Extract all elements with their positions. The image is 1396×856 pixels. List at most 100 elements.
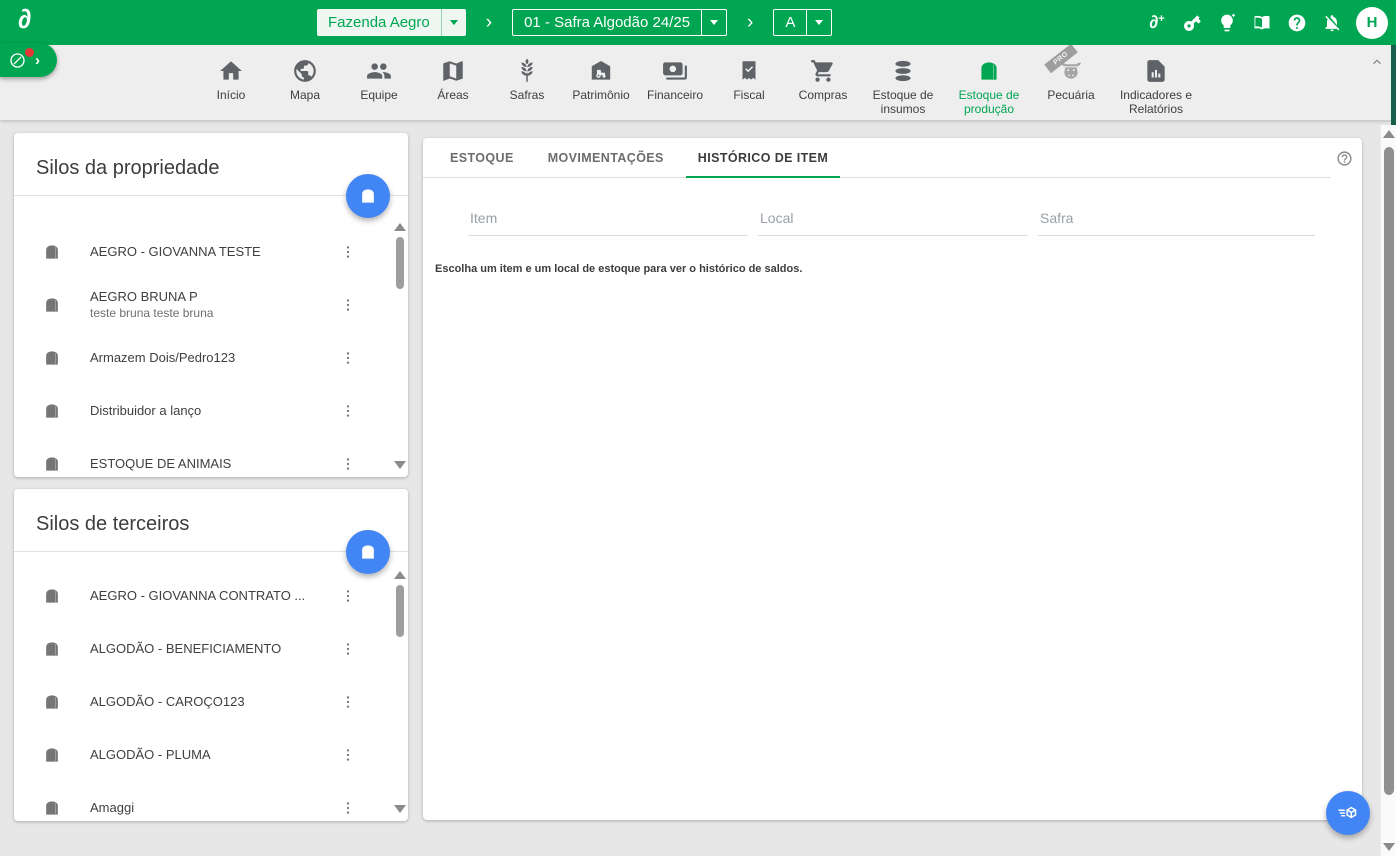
safra-filter-input[interactable] (1038, 206, 1315, 236)
scroll-down-icon[interactable] (1383, 843, 1395, 851)
chevron-down-icon[interactable] (441, 9, 466, 36)
silo-list-item[interactable]: AEGRO - GIOVANNA TESTE (14, 225, 408, 278)
quick-movement-button[interactable] (1326, 791, 1370, 835)
silo-name: ESTOQUE DE ANIMAIS (90, 456, 340, 471)
item-menu-kebab-icon[interactable] (340, 455, 356, 473)
silo-list-item[interactable]: ESTOQUE DE ANIMAIS (14, 437, 408, 477)
nav-item-label: Financeiro (647, 89, 703, 103)
nav-items: Início Mapa Equipe ÁreasSafrasPatrimônio Fin… (194, 45, 1202, 120)
scroll-up-icon[interactable] (394, 223, 406, 231)
farm-selector[interactable]: Fazenda Aegro (317, 9, 466, 36)
add-silo-button[interactable] (346, 174, 390, 218)
app-screen: ∂ Fazenda Aegro › 01 - Safra Algodão 24/… (0, 0, 1396, 856)
cash-icon (662, 57, 689, 84)
nav-item-estoque-de-producao[interactable]: Estoque de produção (946, 57, 1032, 116)
silo-icon (358, 186, 378, 206)
scroll-up-icon[interactable] (394, 571, 406, 579)
help-icon[interactable] (1336, 150, 1353, 167)
silo-list-item[interactable]: ALGODÃO - PLUMA (14, 728, 408, 781)
silo-list-item[interactable]: AEGRO - GIOVANNA CONTRATO ... (14, 569, 408, 622)
nav-item-equipe[interactable]: Equipe (342, 57, 416, 103)
silo-icon (42, 586, 62, 606)
scroll-thumb[interactable] (396, 585, 404, 637)
user-avatar[interactable]: H (1356, 7, 1388, 39)
silo-item-texts: ESTOQUE DE ANIMAIS (90, 456, 340, 471)
nav-item-estoque-de-insumos[interactable]: Estoque de insumos (860, 57, 946, 116)
silo-list: AEGRO - GIOVANNA CONTRATO ... ALGODÃO - B… (14, 553, 408, 821)
scroll-down-icon[interactable] (394, 805, 406, 813)
silo-icon (42, 454, 62, 474)
aegro-add-icon[interactable]: ∂+ (1146, 12, 1168, 34)
item-menu-kebab-icon[interactable] (340, 799, 356, 817)
item-menu-kebab-icon[interactable] (340, 402, 356, 420)
notifications-off-icon[interactable] (1321, 12, 1343, 34)
silo-list-item[interactable]: ALGODÃO - BENEFICIAMENTO (14, 622, 408, 675)
tab-estoque[interactable]: ESTOQUE (438, 138, 526, 178)
unit-selector-value: A (774, 10, 806, 35)
item-menu-kebab-icon[interactable] (340, 640, 356, 658)
list-scrollbar[interactable] (394, 223, 406, 469)
collapse-nav-chevron-up-icon[interactable] (1370, 55, 1384, 74)
people-icon (366, 57, 393, 84)
nav-item-inicio[interactable]: Início (194, 57, 268, 103)
nav-item-financeiro[interactable]: Financeiro (638, 57, 712, 103)
breadcrumb-separator: › (486, 9, 492, 36)
silo-icon (42, 692, 62, 712)
item-filter-input[interactable] (468, 206, 748, 236)
silo-name: ALGODÃO - PLUMA (90, 747, 340, 762)
season-selector[interactable]: 01 - Safra Algodão 24/25 (512, 9, 727, 36)
help-filled-icon[interactable] (1286, 12, 1308, 34)
silo-name: Distribuidor a lanço (90, 403, 340, 418)
item-menu-kebab-icon[interactable] (340, 693, 356, 711)
key-icon[interactable] (1181, 12, 1203, 34)
nav-item-label: Estoque de insumos (860, 89, 946, 116)
nav-item-indicadores-e-relatorios[interactable]: Indicadores e Relatórios (1110, 57, 1202, 116)
estoque-producao-panel: ESTOQUEMOVIMENTAÇÕESHISTÓRICO DE ITEM Es… (423, 138, 1362, 820)
nav-item-areas[interactable]: Áreas (416, 57, 490, 103)
silo-list-item[interactable]: Amaggi (14, 781, 408, 821)
nav-item-label: Início (217, 89, 246, 103)
scroll-thumb[interactable] (1384, 147, 1394, 795)
scroll-up-icon[interactable] (1383, 130, 1395, 138)
add-silo-button[interactable] (346, 530, 390, 574)
item-menu-kebab-icon[interactable] (340, 243, 356, 261)
item-menu-kebab-icon[interactable] (340, 296, 356, 314)
chevron-down-icon[interactable] (806, 10, 831, 35)
tab-bar: ESTOQUEMOVIMENTAÇÕESHISTÓRICO DE ITEM (423, 138, 1362, 178)
local-filter-input[interactable] (758, 206, 1028, 236)
scroll-thumb[interactable] (396, 237, 404, 289)
silo-list-item[interactable]: AEGRO BRUNA Pteste bruna teste bruna (14, 278, 408, 331)
silo-name: AEGRO BRUNA P (90, 289, 340, 304)
list-scrollbar[interactable] (394, 571, 406, 813)
silo-list-item[interactable]: ALGODÃO - CAROÇO123 (14, 675, 408, 728)
nav-item-safras[interactable]: Safras (490, 57, 564, 103)
scroll-down-icon[interactable] (394, 461, 406, 469)
nav-item-compras[interactable]: Compras (786, 57, 860, 103)
item-menu-kebab-icon[interactable] (340, 746, 356, 764)
cow-icon: PRO (1058, 57, 1085, 84)
drawer-handle[interactable]: › (0, 43, 57, 77)
nav-item-pecuaria[interactable]: PROPecuária (1032, 57, 1110, 103)
silo-item-texts: Distribuidor a lanço (90, 403, 340, 418)
silo-name: ALGODÃO - BENEFICIAMENTO (90, 641, 340, 656)
silo-list-item[interactable]: Armazem Dois/Pedro123 (14, 331, 408, 384)
unit-selector[interactable]: A (773, 9, 832, 36)
lightbulb-add-icon[interactable] (1216, 12, 1238, 34)
tab-movimentacoes[interactable]: MOVIMENTAÇÕES (536, 138, 676, 178)
item-menu-kebab-icon[interactable] (340, 349, 356, 367)
nav-item-patrimonio[interactable]: Patrimônio (564, 57, 638, 103)
breadcrumb-separator: › (747, 9, 753, 36)
nav-item-fiscal[interactable]: Fiscal (712, 57, 786, 103)
silo-item-texts: ALGODÃO - BENEFICIAMENTO (90, 641, 340, 656)
farm-selector-value: Fazenda Aegro (317, 9, 441, 36)
book-icon[interactable] (1251, 12, 1273, 34)
tab-historico-de-item[interactable]: HISTÓRICO DE ITEM (686, 138, 840, 178)
item-menu-kebab-icon[interactable] (340, 587, 356, 605)
silo-list-item[interactable]: Distribuidor a lanço (14, 384, 408, 437)
nav-item-mapa[interactable]: Mapa (268, 57, 342, 103)
page-scrollbar[interactable] (1380, 125, 1396, 856)
silo-name: Armazem Dois/Pedro123 (90, 350, 340, 365)
notification-dot (25, 48, 34, 57)
nav-item-label: Equipe (360, 89, 397, 103)
chevron-down-icon[interactable] (701, 10, 726, 35)
